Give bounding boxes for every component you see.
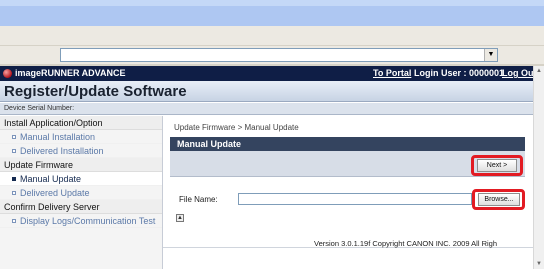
title-bar-stripe bbox=[0, 0, 544, 6]
bullet-icon bbox=[12, 219, 16, 223]
browser-title-bar bbox=[0, 0, 544, 26]
app-name: imageRUNNER ADVANCE bbox=[15, 68, 126, 78]
sidebar-item-label: Display Logs/Communication Test bbox=[20, 216, 156, 226]
sidebar-item-label: Delivered Update bbox=[20, 188, 90, 198]
sidebar-item-display-logs[interactable]: Display Logs/Communication Test bbox=[0, 214, 162, 228]
panel-body: Next > bbox=[170, 151, 525, 177]
canon-logo-icon bbox=[3, 69, 12, 78]
logout-link[interactable]: Log Out bbox=[502, 68, 533, 78]
device-serial-label: Device Serial Number: bbox=[0, 103, 533, 115]
page-header: Register/Update Software bbox=[0, 81, 533, 102]
sidebar-section-install[interactable]: Install Application/Option bbox=[0, 116, 162, 130]
address-input[interactable]: ▼ bbox=[60, 48, 498, 62]
browse-button[interactable]: Browse... bbox=[478, 193, 520, 206]
bullet-icon bbox=[12, 149, 16, 153]
page-scrollbar[interactable]: ▲ ▼ bbox=[533, 66, 544, 269]
address-dropdown-button[interactable]: ▼ bbox=[484, 49, 497, 61]
sidebar-section-confirm-delivery[interactable]: Confirm Delivery Server bbox=[0, 200, 162, 214]
scroll-up-icon[interactable]: ▲ bbox=[534, 66, 544, 76]
chevron-down-icon: ▼ bbox=[487, 51, 495, 58]
panel-title: Manual Update bbox=[170, 137, 525, 151]
web-page: imageRUNNER ADVANCE To Portal Login User… bbox=[0, 66, 533, 269]
breadcrumb: Update Firmware > Manual Update bbox=[174, 123, 299, 132]
login-user-text: Login User : 0000001 bbox=[414, 68, 505, 78]
page-top-icon[interactable]: ▲ bbox=[176, 214, 184, 222]
to-portal-link[interactable]: To Portal bbox=[373, 68, 411, 78]
file-name-label: File Name: bbox=[179, 195, 218, 204]
sidebar-item-label: Manual Installation bbox=[20, 132, 96, 142]
browser-toolbar bbox=[0, 26, 544, 46]
sidebar-item-delivered-update[interactable]: Delivered Update bbox=[0, 186, 162, 200]
sidebar-item-delivered-installation[interactable]: Delivered Installation bbox=[0, 144, 162, 158]
page-title: Register/Update Software bbox=[4, 83, 187, 100]
scroll-down-icon[interactable]: ▼ bbox=[534, 259, 544, 269]
bullet-icon bbox=[12, 135, 16, 139]
address-bar: ▼ bbox=[0, 46, 544, 64]
sidebar-item-label: Delivered Installation bbox=[20, 146, 104, 156]
sidebar-section-update-firmware[interactable]: Update Firmware bbox=[0, 158, 162, 172]
sidebar-item-manual-installation[interactable]: Manual Installation bbox=[0, 130, 162, 144]
sidebar: Install Application/Option Manual Instal… bbox=[0, 116, 163, 269]
app-bar: imageRUNNER ADVANCE To Portal Login User… bbox=[0, 66, 533, 81]
next-button[interactable]: Next > bbox=[477, 159, 517, 172]
copyright-footer: Version 3.0.1.19f Copyright CANON INC. 2… bbox=[314, 239, 498, 248]
bullet-icon bbox=[12, 191, 16, 195]
sidebar-item-manual-update[interactable]: Manual Update bbox=[0, 172, 162, 186]
file-name-input[interactable] bbox=[238, 193, 472, 205]
sidebar-item-label: Manual Update bbox=[20, 174, 82, 184]
bullet-icon bbox=[12, 177, 16, 181]
